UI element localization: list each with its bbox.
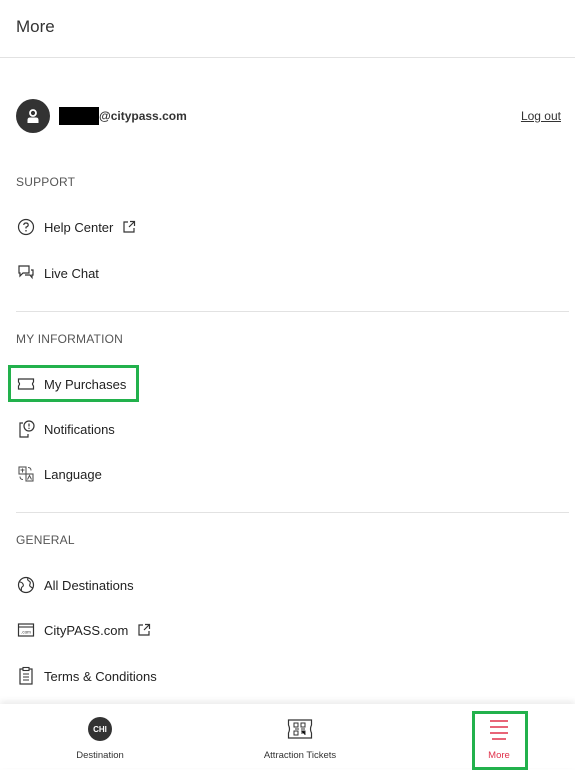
external-link-icon (137, 623, 151, 637)
menu-item-terms-conditions[interactable]: Terms & Conditions (16, 664, 157, 688)
destination-badge-icon: CHI (88, 717, 112, 741)
help-circle-icon (16, 217, 36, 237)
menu-item-notifications[interactable]: Notifications (16, 417, 115, 441)
globe-icon (16, 575, 36, 595)
menu-item-label: Terms & Conditions (44, 668, 157, 684)
translate-icon (16, 464, 36, 484)
qr-ticket-icon (287, 716, 313, 742)
chat-bubbles-icon (16, 263, 36, 283)
tab-label: Attraction Tickets (263, 750, 337, 761)
svg-text:.com: .com (21, 630, 31, 635)
bottom-tab-bar: CHI Destination Attraction Tickets More (0, 704, 575, 770)
menu-item-label: Live Chat (44, 265, 99, 281)
website-icon: .com (16, 620, 36, 640)
tab-destination[interactable]: CHI Destination (50, 704, 150, 768)
menu-item-citypass-com[interactable]: .com CityPASS.com (16, 618, 151, 642)
tab-attraction-tickets[interactable]: Attraction Tickets (240, 704, 360, 768)
tab-label: More (488, 750, 510, 761)
menu-item-label: Notifications (44, 421, 115, 437)
menu-item-my-purchases[interactable]: My Purchases (16, 372, 126, 396)
menu-item-label: My Purchases (44, 376, 127, 392)
menu-item-label: Language (44, 466, 102, 482)
menu-item-live-chat[interactable]: Live Chat (16, 261, 99, 285)
external-link-icon (122, 220, 136, 234)
section-divider (16, 512, 569, 513)
section-label-my-information: MY INFORMATION (16, 332, 124, 346)
logout-link[interactable]: Log out (521, 109, 561, 123)
page-title: More (16, 17, 55, 36)
account-row: @citypass.com Log out (16, 99, 561, 133)
menu-item-language[interactable]: Language (16, 462, 102, 486)
menu-item-help-center[interactable]: Help Center (16, 215, 136, 239)
ticket-icon (16, 374, 36, 394)
tab-label: Destination (76, 750, 124, 761)
redacted-username (59, 107, 99, 125)
clipboard-icon (16, 666, 36, 686)
tab-more[interactable]: More (470, 704, 528, 768)
phone-notification-icon (16, 419, 36, 439)
hamburger-menu-icon (488, 716, 510, 742)
menu-item-all-destinations[interactable]: All Destinations (16, 573, 134, 597)
user-icon (16, 99, 50, 133)
section-label-support: SUPPORT (16, 175, 76, 189)
section-divider (16, 311, 569, 312)
account-email: @citypass.com (99, 109, 187, 123)
menu-item-label: All Destinations (44, 577, 134, 593)
menu-item-label: Help Center (44, 219, 114, 235)
page-header: More (0, 0, 575, 58)
menu-item-label: CityPASS.com (44, 622, 129, 638)
section-label-general: GENERAL (16, 533, 75, 547)
